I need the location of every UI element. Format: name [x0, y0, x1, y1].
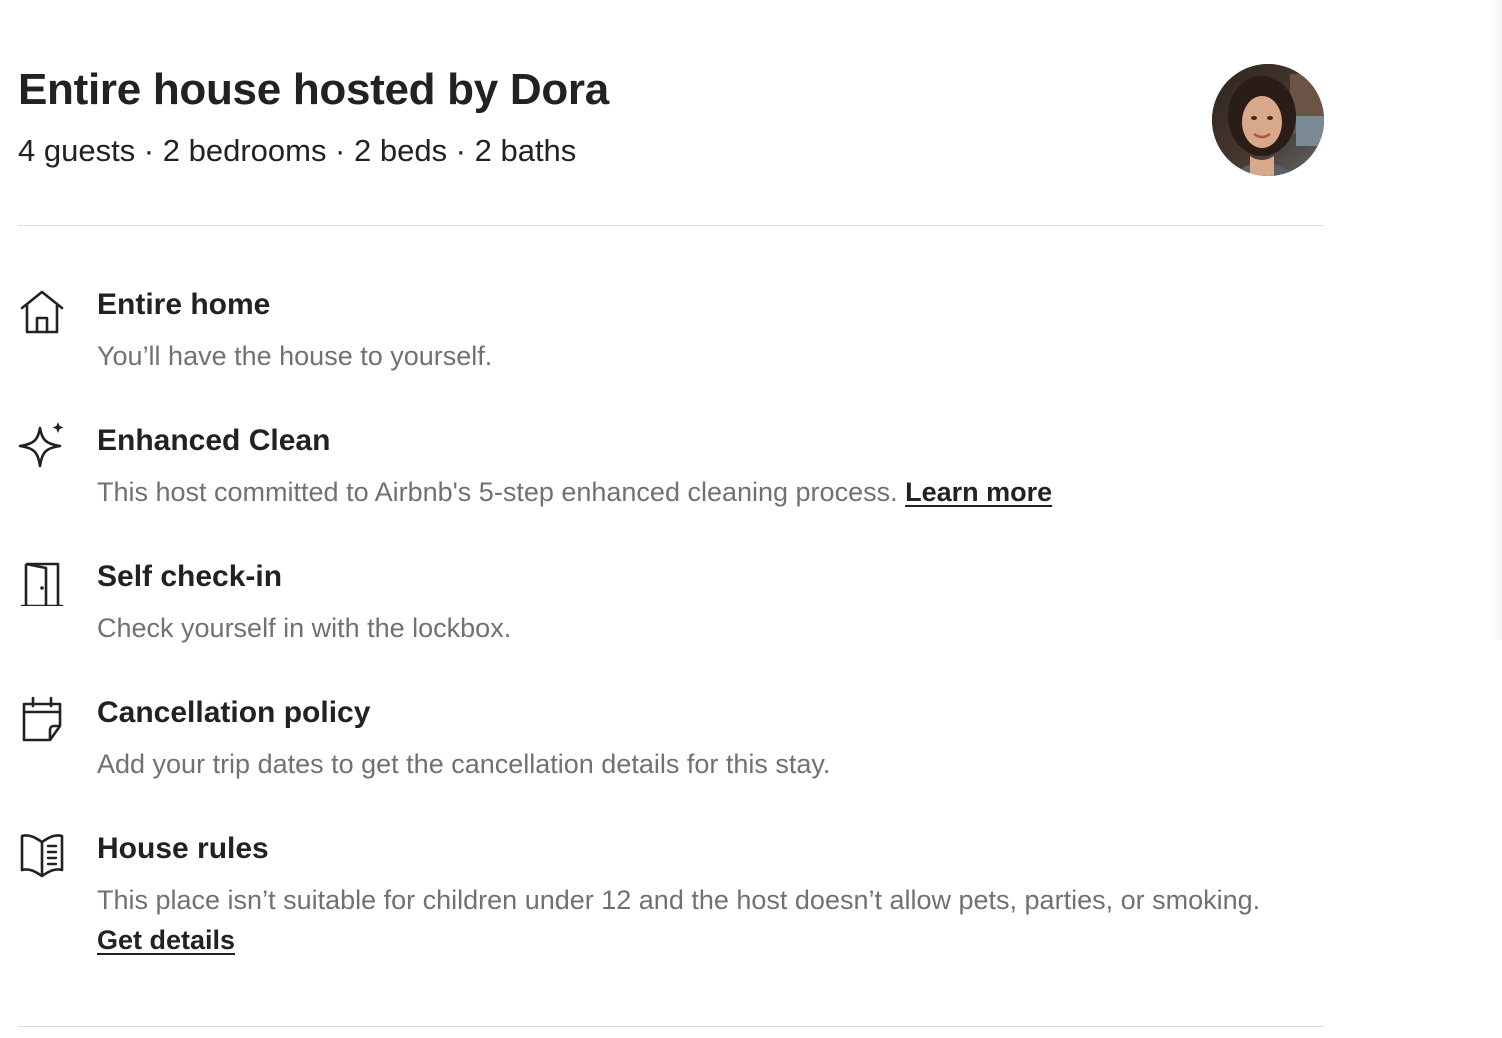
- feature-description-text: This place isn’t suitable for children u…: [97, 885, 1261, 915]
- feature-description-text: Check yourself in with the lockbox.: [97, 613, 512, 643]
- learn-more-link[interactable]: Learn more: [905, 477, 1052, 507]
- feature-title: Self check-in: [97, 560, 283, 593]
- feature-text: Entire home You’ll have the house to you…: [97, 286, 1277, 376]
- host-avatar[interactable]: [1212, 64, 1324, 176]
- get-details-link[interactable]: Get details: [97, 925, 235, 955]
- feature-description: Add your trip dates to get the cancellat…: [97, 744, 1277, 784]
- house-icon: [18, 286, 66, 334]
- feature-description-text: You’ll have the house to yourself.: [97, 341, 493, 371]
- calendar-icon: [18, 694, 66, 742]
- feature-description: This place isn’t suitable for children u…: [97, 880, 1277, 960]
- feature-description-text: Add your trip dates to get the cancellat…: [97, 749, 831, 779]
- sparkle-icon: [18, 422, 66, 470]
- listing-title: Entire house hosted by Dora: [18, 65, 609, 114]
- listing-overview: Entire house hosted by Dora 4 guests · 2…: [18, 0, 1324, 955]
- feature-title: Entire home: [97, 288, 271, 321]
- feature-text: Self check-in Check yourself in with the…: [97, 558, 1277, 648]
- host-avatar-image: [1212, 64, 1324, 176]
- feature-text: Enhanced Clean This host committed to Ai…: [97, 422, 1277, 512]
- page-edge-shadow: [1492, 0, 1502, 640]
- section-divider: [18, 1026, 1324, 1027]
- door-icon: [18, 558, 66, 606]
- feature-text: Cancellation policy Add your trip dates …: [97, 694, 1277, 784]
- feature-description: This host committed to Airbnb's 5-step e…: [97, 472, 1277, 512]
- feature-description: You’ll have the house to yourself.: [97, 336, 1277, 376]
- feature-text: House rules This place isn’t suitable fo…: [97, 830, 1277, 960]
- feature-title: Cancellation policy: [97, 696, 371, 729]
- listing-header: Entire house hosted by Dora 4 guests · 2…: [18, 0, 1324, 226]
- rulebook-icon: [18, 830, 66, 878]
- listing-summary: 4 guests · 2 bedrooms · 2 beds · 2 baths: [18, 133, 577, 168]
- feature-title: House rules: [97, 832, 269, 865]
- feature-description: Check yourself in with the lockbox.: [97, 608, 1277, 648]
- feature-title: Enhanced Clean: [97, 424, 331, 457]
- feature-description-text: This host committed to Airbnb's 5-step e…: [97, 477, 898, 507]
